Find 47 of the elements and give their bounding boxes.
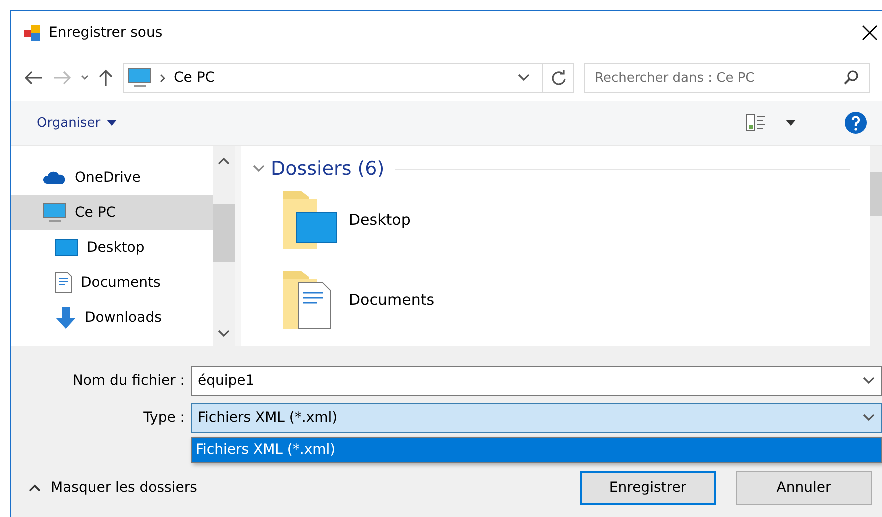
search-field[interactable]: Rechercher dans : Ce PC (584, 63, 870, 93)
group-header[interactable]: Dossiers (6) (253, 158, 385, 180)
nav-item[interactable]: OneDrive (11, 160, 213, 195)
scrollbar[interactable] (870, 146, 882, 346)
cloud-icon (43, 170, 67, 184)
organize-button[interactable]: Organiser (37, 116, 117, 130)
hide-folders-button[interactable]: Masquer les dossiers (29, 480, 560, 496)
scroll-up-icon (218, 157, 230, 165)
save-button[interactable]: Enregistrer (580, 471, 716, 505)
help-icon[interactable] (844, 111, 868, 135)
nav-item[interactable]: Ce PC (11, 195, 213, 230)
search-icon (843, 70, 859, 86)
chevron-up-icon (29, 484, 41, 492)
dropdown-option[interactable]: Fichiers XML (*.xml) (192, 438, 881, 462)
computer-icon (128, 68, 152, 88)
view-options-icon[interactable] (746, 113, 768, 133)
scroll-down-icon (218, 330, 230, 338)
up-arrow-icon[interactable] (99, 69, 113, 87)
collapse-chevron-icon (253, 165, 265, 173)
address-dropdown-icon (518, 74, 530, 82)
breadcrumb-item[interactable]: Ce PC (174, 70, 216, 86)
recent-caret-icon[interactable] (81, 75, 89, 81)
nav-item[interactable]: Desktop (11, 230, 213, 265)
cancel-button[interactable]: Annuler (736, 471, 872, 505)
filename-field[interactable]: équipe1 (191, 366, 882, 396)
desktop-icon (55, 238, 79, 256)
type-dropdown[interactable]: Fichiers XML (*.xml) (191, 402, 882, 432)
document-icon (55, 272, 73, 294)
caret-icon (106, 120, 117, 126)
back-arrow-icon[interactable] (25, 71, 43, 85)
app-icon (23, 24, 41, 42)
dropdown-chevron-icon (863, 376, 875, 384)
computer-icon (43, 202, 67, 222)
address-bar[interactable]: Ce PC (123, 63, 574, 93)
download-arrow-icon (55, 306, 77, 330)
refresh-icon[interactable] (551, 70, 567, 86)
folder-item[interactable]: Desktop (253, 180, 850, 260)
folder-item[interactable]: Documents (253, 260, 850, 340)
field-label: Type : (142, 410, 186, 426)
view-caret-icon[interactable] (786, 120, 796, 126)
field-label: Nom du fichier : (72, 372, 186, 388)
window-title: Enregistrer sous (49, 25, 164, 41)
nav-item[interactable]: Documents (11, 265, 213, 300)
dropdown-chevron-icon (863, 414, 875, 422)
scrollbar[interactable] (213, 146, 235, 346)
close-icon[interactable] (862, 25, 878, 41)
nav-item[interactable]: Downloads (11, 300, 213, 335)
